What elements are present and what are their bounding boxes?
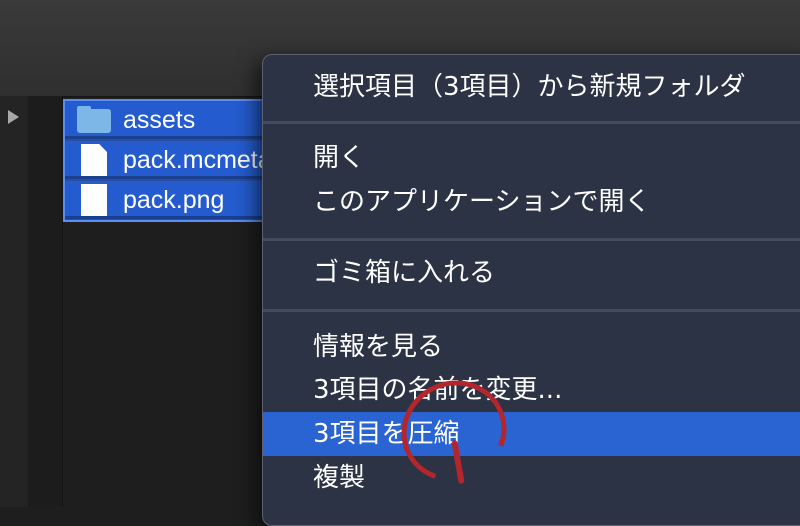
menu-separator [263,309,800,312]
menu-separator [263,238,800,241]
menu-item-open-with[interactable]: このアプリケーションで開く [263,180,800,224]
file-name: assets [123,106,196,134]
file-name: pack.mcmeta [123,146,272,174]
disclosure-triangle-icon[interactable] [8,110,19,124]
file-row-pack-png[interactable]: pack.png [65,181,275,219]
image-file-icon [81,184,107,216]
column-gap [28,96,63,507]
folder-icon [77,106,111,133]
menu-item-duplicate[interactable]: 複製 [263,456,800,500]
sidebar-column [0,96,29,507]
menu-item-move-to-trash[interactable]: ゴミ箱に入れる [263,251,800,295]
file-name: pack.png [123,186,225,214]
menu-item-rename[interactable]: 3項目の名前を変更... [263,368,800,412]
file-selection-group: assets pack.mcmeta pack.png [63,99,275,222]
menu-item-new-folder-with-selection[interactable]: 選択項目（3項目）から新規フォルダ [263,65,800,109]
context-menu: 選択項目（3項目）から新規フォルダ 開く このアプリケーションで開く ゴミ箱に入… [262,54,800,526]
menu-separator [263,121,800,124]
file-row-assets[interactable]: assets [65,101,275,139]
menu-item-compress[interactable]: 3項目を圧縮 [263,412,800,456]
menu-item-get-info[interactable]: 情報を見る [263,325,800,369]
menu-item-open[interactable]: 開く [263,136,800,180]
document-icon [81,144,107,176]
file-row-pack-mcmeta[interactable]: pack.mcmeta [65,141,275,179]
